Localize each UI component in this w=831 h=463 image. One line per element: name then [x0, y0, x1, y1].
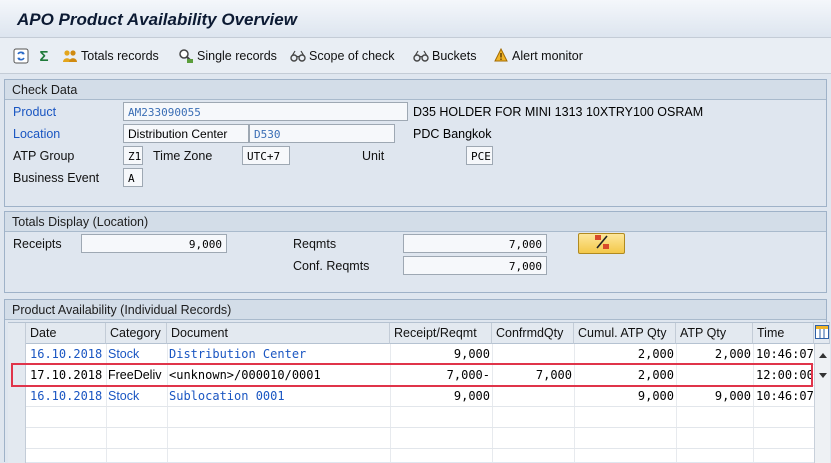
- people-icon: [62, 48, 78, 64]
- alert-monitor-button[interactable]: Alert monitor: [493, 46, 583, 66]
- totals-records-label: Totals records: [81, 49, 159, 63]
- time-zone-label: Time Zone: [153, 149, 213, 163]
- cell-receipt-reqmt: 7,000-: [446, 368, 490, 382]
- table-row[interactable]: 16.10.2018 Stock Distribution Center 9,0…: [26, 344, 814, 365]
- cell-time: 10:46:07: [756, 347, 814, 361]
- cell-date[interactable]: 16.10.2018: [30, 344, 106, 365]
- buckets-label: Buckets: [432, 49, 477, 63]
- atp-group-field[interactable]: Z1: [123, 146, 143, 165]
- cell-atp-qty: [676, 365, 751, 386]
- location-type-field[interactable]: Distribution Center: [123, 124, 249, 143]
- refresh-button[interactable]: [13, 46, 29, 66]
- col-header-category[interactable]: Category: [106, 323, 167, 344]
- col-header-cumul-atp-qty[interactable]: Cumul. ATP Qty: [574, 323, 676, 344]
- cell-receipt-reqmt: 9,000: [453, 389, 490, 403]
- product-field[interactable]: AM233090055: [123, 102, 408, 121]
- cell-cumul-atp-qty: 2,000: [637, 347, 674, 361]
- magnifier-list-icon: [178, 48, 194, 64]
- cell-confirmed-qty: [492, 344, 572, 365]
- column-settings-button[interactable]: [814, 323, 830, 344]
- check-data-group: Check Data: [4, 79, 827, 207]
- glasses-icon: [413, 48, 429, 64]
- cell-cumul-atp-qty: 9,000: [637, 389, 674, 403]
- cell-date[interactable]: 16.10.2018: [30, 386, 106, 407]
- cell-time: 10:46:07: [756, 389, 814, 403]
- check-data-header: Check Data: [5, 80, 826, 100]
- cell-date[interactable]: 17.10.2018: [30, 365, 106, 386]
- percent-icon: [593, 234, 611, 253]
- atp-group-label: ATP Group: [13, 149, 75, 163]
- product-availability-header: Product Availability (Individual Records…: [5, 300, 826, 320]
- time-zone-field[interactable]: UTC+7: [242, 146, 290, 165]
- scroll-up-icon[interactable]: [818, 348, 828, 362]
- scope-of-check-label: Scope of check: [309, 49, 395, 63]
- cell-cumul-atp-qty: 2,000: [637, 368, 674, 382]
- empty-table-row[interactable]: [26, 428, 814, 449]
- location-description: PDC Bangkok: [413, 127, 492, 141]
- buckets-button[interactable]: Buckets: [413, 46, 476, 66]
- vertical-scrollbar[interactable]: [814, 344, 830, 463]
- cell-confirmed-qty: [492, 386, 572, 407]
- totals-display-header: Totals Display (Location): [5, 212, 826, 232]
- alert-monitor-label: Alert monitor: [512, 49, 583, 63]
- receipts-label: Receipts: [13, 237, 62, 251]
- unit-label: Unit: [362, 149, 385, 163]
- business-event-field[interactable]: A: [123, 168, 143, 187]
- sigma-icon: Σ: [39, 47, 49, 65]
- business-event-label: Business Event: [13, 171, 100, 185]
- cell-category: Stock: [108, 389, 140, 403]
- page-title: APO Product Availability Overview: [17, 10, 297, 29]
- col-header-document[interactable]: Document: [167, 323, 390, 344]
- table-settings-icon: [815, 325, 829, 342]
- cell-document[interactable]: <unknown>/000010/0001: [169, 365, 389, 386]
- scope-of-check-button[interactable]: Scope of check: [290, 46, 394, 66]
- cell-category: Stock: [108, 347, 140, 361]
- row-selector-column[interactable]: [8, 323, 26, 463]
- single-records-label: Single records: [197, 49, 277, 63]
- cell-confirmed-qty: 7,000: [535, 368, 572, 382]
- unit-field[interactable]: PCE: [466, 146, 493, 165]
- product-description: D35 HOLDER FOR MINI 1313 10XTRY100 OSRAM: [413, 105, 704, 119]
- col-header-confirmed-qty[interactable]: ConfrmdQty: [492, 323, 574, 344]
- alert-bell-icon: [493, 48, 509, 64]
- col-header-time[interactable]: Time: [753, 323, 814, 344]
- table-row[interactable]: 17.10.2018 FreeDeliv <unknown>/000010/00…: [26, 365, 814, 386]
- single-records-button[interactable]: Single records: [178, 46, 277, 66]
- sum-button[interactable]: Σ: [36, 46, 52, 66]
- cell-atp-qty: 2,000: [714, 347, 751, 361]
- location-label[interactable]: Location: [13, 127, 60, 141]
- receipts-field[interactable]: 9,000: [81, 234, 227, 253]
- totals-records-button[interactable]: Totals records: [62, 46, 159, 66]
- availability-table: Date Category Document Receipt/Reqmt Con…: [8, 322, 830, 463]
- conf-reqmts-field[interactable]: 7,000: [403, 256, 547, 275]
- cell-receipt-reqmt: 9,000: [453, 347, 490, 361]
- scroll-down-icon[interactable]: [818, 369, 828, 383]
- title-bar: APO Product Availability Overview: [0, 0, 831, 38]
- conf-reqmts-label: Conf. Reqmts: [293, 259, 370, 273]
- col-header-date[interactable]: Date: [26, 323, 106, 344]
- cell-atp-qty: 9,000: [714, 389, 751, 403]
- col-header-receipt-reqmt[interactable]: Receipt/Reqmt: [390, 323, 492, 344]
- reqmts-label: Reqmts: [293, 237, 337, 251]
- cell-document[interactable]: Sublocation 0001: [169, 386, 389, 407]
- location-field[interactable]: D530: [249, 124, 395, 143]
- table-row[interactable]: 16.10.2018 Stock Sublocation 0001 9,000 …: [26, 386, 814, 407]
- product-label[interactable]: Product: [13, 105, 56, 119]
- reqmts-field[interactable]: 7,000: [403, 234, 547, 253]
- application-toolbar: Σ Totals records Single records Scope of…: [0, 38, 831, 74]
- col-header-atp-qty[interactable]: ATP Qty: [676, 323, 753, 344]
- cell-document[interactable]: Distribution Center: [169, 344, 389, 365]
- cell-category: FreeDeliv: [108, 368, 162, 382]
- empty-table-row[interactable]: [26, 407, 814, 428]
- cell-time: 12:00:00: [756, 368, 814, 382]
- glasses-icon: [290, 48, 306, 64]
- percent-button[interactable]: [578, 233, 625, 254]
- refresh-icon: [13, 48, 29, 64]
